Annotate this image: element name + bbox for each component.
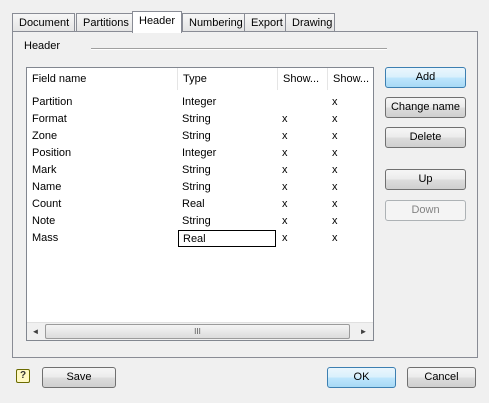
list-header: Field name Type Show... Show... xyxy=(27,68,373,90)
field-name-cell: Note xyxy=(32,215,56,227)
show-1-cell: x xyxy=(282,130,288,142)
table-row[interactable]: Zone String x x xyxy=(27,128,373,145)
type-cell: String xyxy=(182,164,211,176)
show-2-cell: x xyxy=(332,96,338,108)
move-up-button[interactable]: Up xyxy=(385,169,466,190)
type-cell: String xyxy=(182,215,211,227)
show-1-cell: x xyxy=(282,198,288,210)
show-2-cell: x xyxy=(332,232,338,244)
column-header-type[interactable]: Type xyxy=(178,68,278,90)
type-cell: Integer xyxy=(182,96,217,108)
type-cell: String xyxy=(182,113,211,125)
table-row[interactable]: Position Integer x x xyxy=(27,145,373,162)
column-header-show-2[interactable]: Show... xyxy=(328,68,373,90)
ok-button[interactable]: OK xyxy=(327,367,396,388)
column-header-show-1[interactable]: Show... xyxy=(278,68,328,90)
show-1-cell: x xyxy=(282,232,288,244)
show-1-cell: x xyxy=(282,113,288,125)
show-2-cell: x xyxy=(332,181,338,193)
show-2-cell: x xyxy=(332,164,338,176)
cancel-button[interactable]: Cancel xyxy=(407,367,476,388)
tab-partitions[interactable]: Partitions xyxy=(76,13,140,32)
table-row[interactable]: Mark String x x xyxy=(27,162,373,179)
help-icon[interactable]: ? xyxy=(16,369,30,383)
type-cell: String xyxy=(182,181,211,193)
save-button[interactable]: Save xyxy=(42,367,116,388)
column-header-field-name[interactable]: Field name xyxy=(27,68,178,90)
field-name-cell: Position xyxy=(32,147,72,159)
group-divider xyxy=(91,48,387,50)
change-name-button[interactable]: Change name xyxy=(385,97,466,118)
tab-panel-header: Header Field name Type Show... Show... P… xyxy=(12,31,478,358)
tab-document[interactable]: Document xyxy=(12,13,75,32)
show-2-cell: x xyxy=(332,147,338,159)
field-name-cell: Partition xyxy=(32,96,73,108)
show-1-cell: x xyxy=(282,164,288,176)
scroll-left-icon[interactable]: ◄ xyxy=(27,324,44,340)
field-name-cell: Mark xyxy=(32,164,57,176)
type-cell: String xyxy=(182,130,211,142)
header-fields-list[interactable]: Field name Type Show... Show... Partitio… xyxy=(26,67,374,341)
show-2-cell: x xyxy=(332,113,338,125)
table-row[interactable]: Partition Integer x xyxy=(27,94,373,111)
table-row[interactable]: Count Real x x xyxy=(27,196,373,213)
group-label: Header xyxy=(24,40,61,52)
field-name-cell: Mass xyxy=(32,232,59,244)
tab-export[interactable]: Export xyxy=(244,13,286,32)
table-row[interactable]: Note String x x xyxy=(27,213,373,230)
field-name-cell: Count xyxy=(32,198,62,210)
show-2-cell: x xyxy=(332,198,338,210)
show-1-cell: x xyxy=(282,147,288,159)
show-2-cell: x xyxy=(332,130,338,142)
scrollbar-thumb[interactable]: III xyxy=(45,324,350,339)
delete-button[interactable]: Delete xyxy=(385,127,466,148)
table-row[interactable]: Format String x x xyxy=(27,111,373,128)
move-down-button[interactable]: Down xyxy=(385,200,466,221)
field-name-cell: Zone xyxy=(32,130,58,142)
type-cell: Real xyxy=(182,198,205,210)
tab-header[interactable]: Header xyxy=(132,11,182,33)
tab-numbering[interactable]: Numbering xyxy=(182,13,245,32)
scroll-right-icon[interactable]: ► xyxy=(355,324,372,340)
table-row[interactable]: Name String x x xyxy=(27,179,373,196)
show-1-cell: x xyxy=(282,215,288,227)
horizontal-scrollbar[interactable]: ◄ III ► xyxy=(27,322,373,340)
add-button[interactable]: Add xyxy=(385,67,466,88)
tab-drawing[interactable]: Drawing xyxy=(285,13,335,32)
type-cell: Integer xyxy=(182,147,217,159)
type-edit-input[interactable]: Real xyxy=(178,230,276,247)
field-name-cell: Name xyxy=(32,181,62,193)
show-2-cell: x xyxy=(332,215,338,227)
show-1-cell: x xyxy=(282,181,288,193)
table-row-editing[interactable]: Mass Real x x xyxy=(27,230,373,247)
field-name-cell: Format xyxy=(32,113,67,125)
